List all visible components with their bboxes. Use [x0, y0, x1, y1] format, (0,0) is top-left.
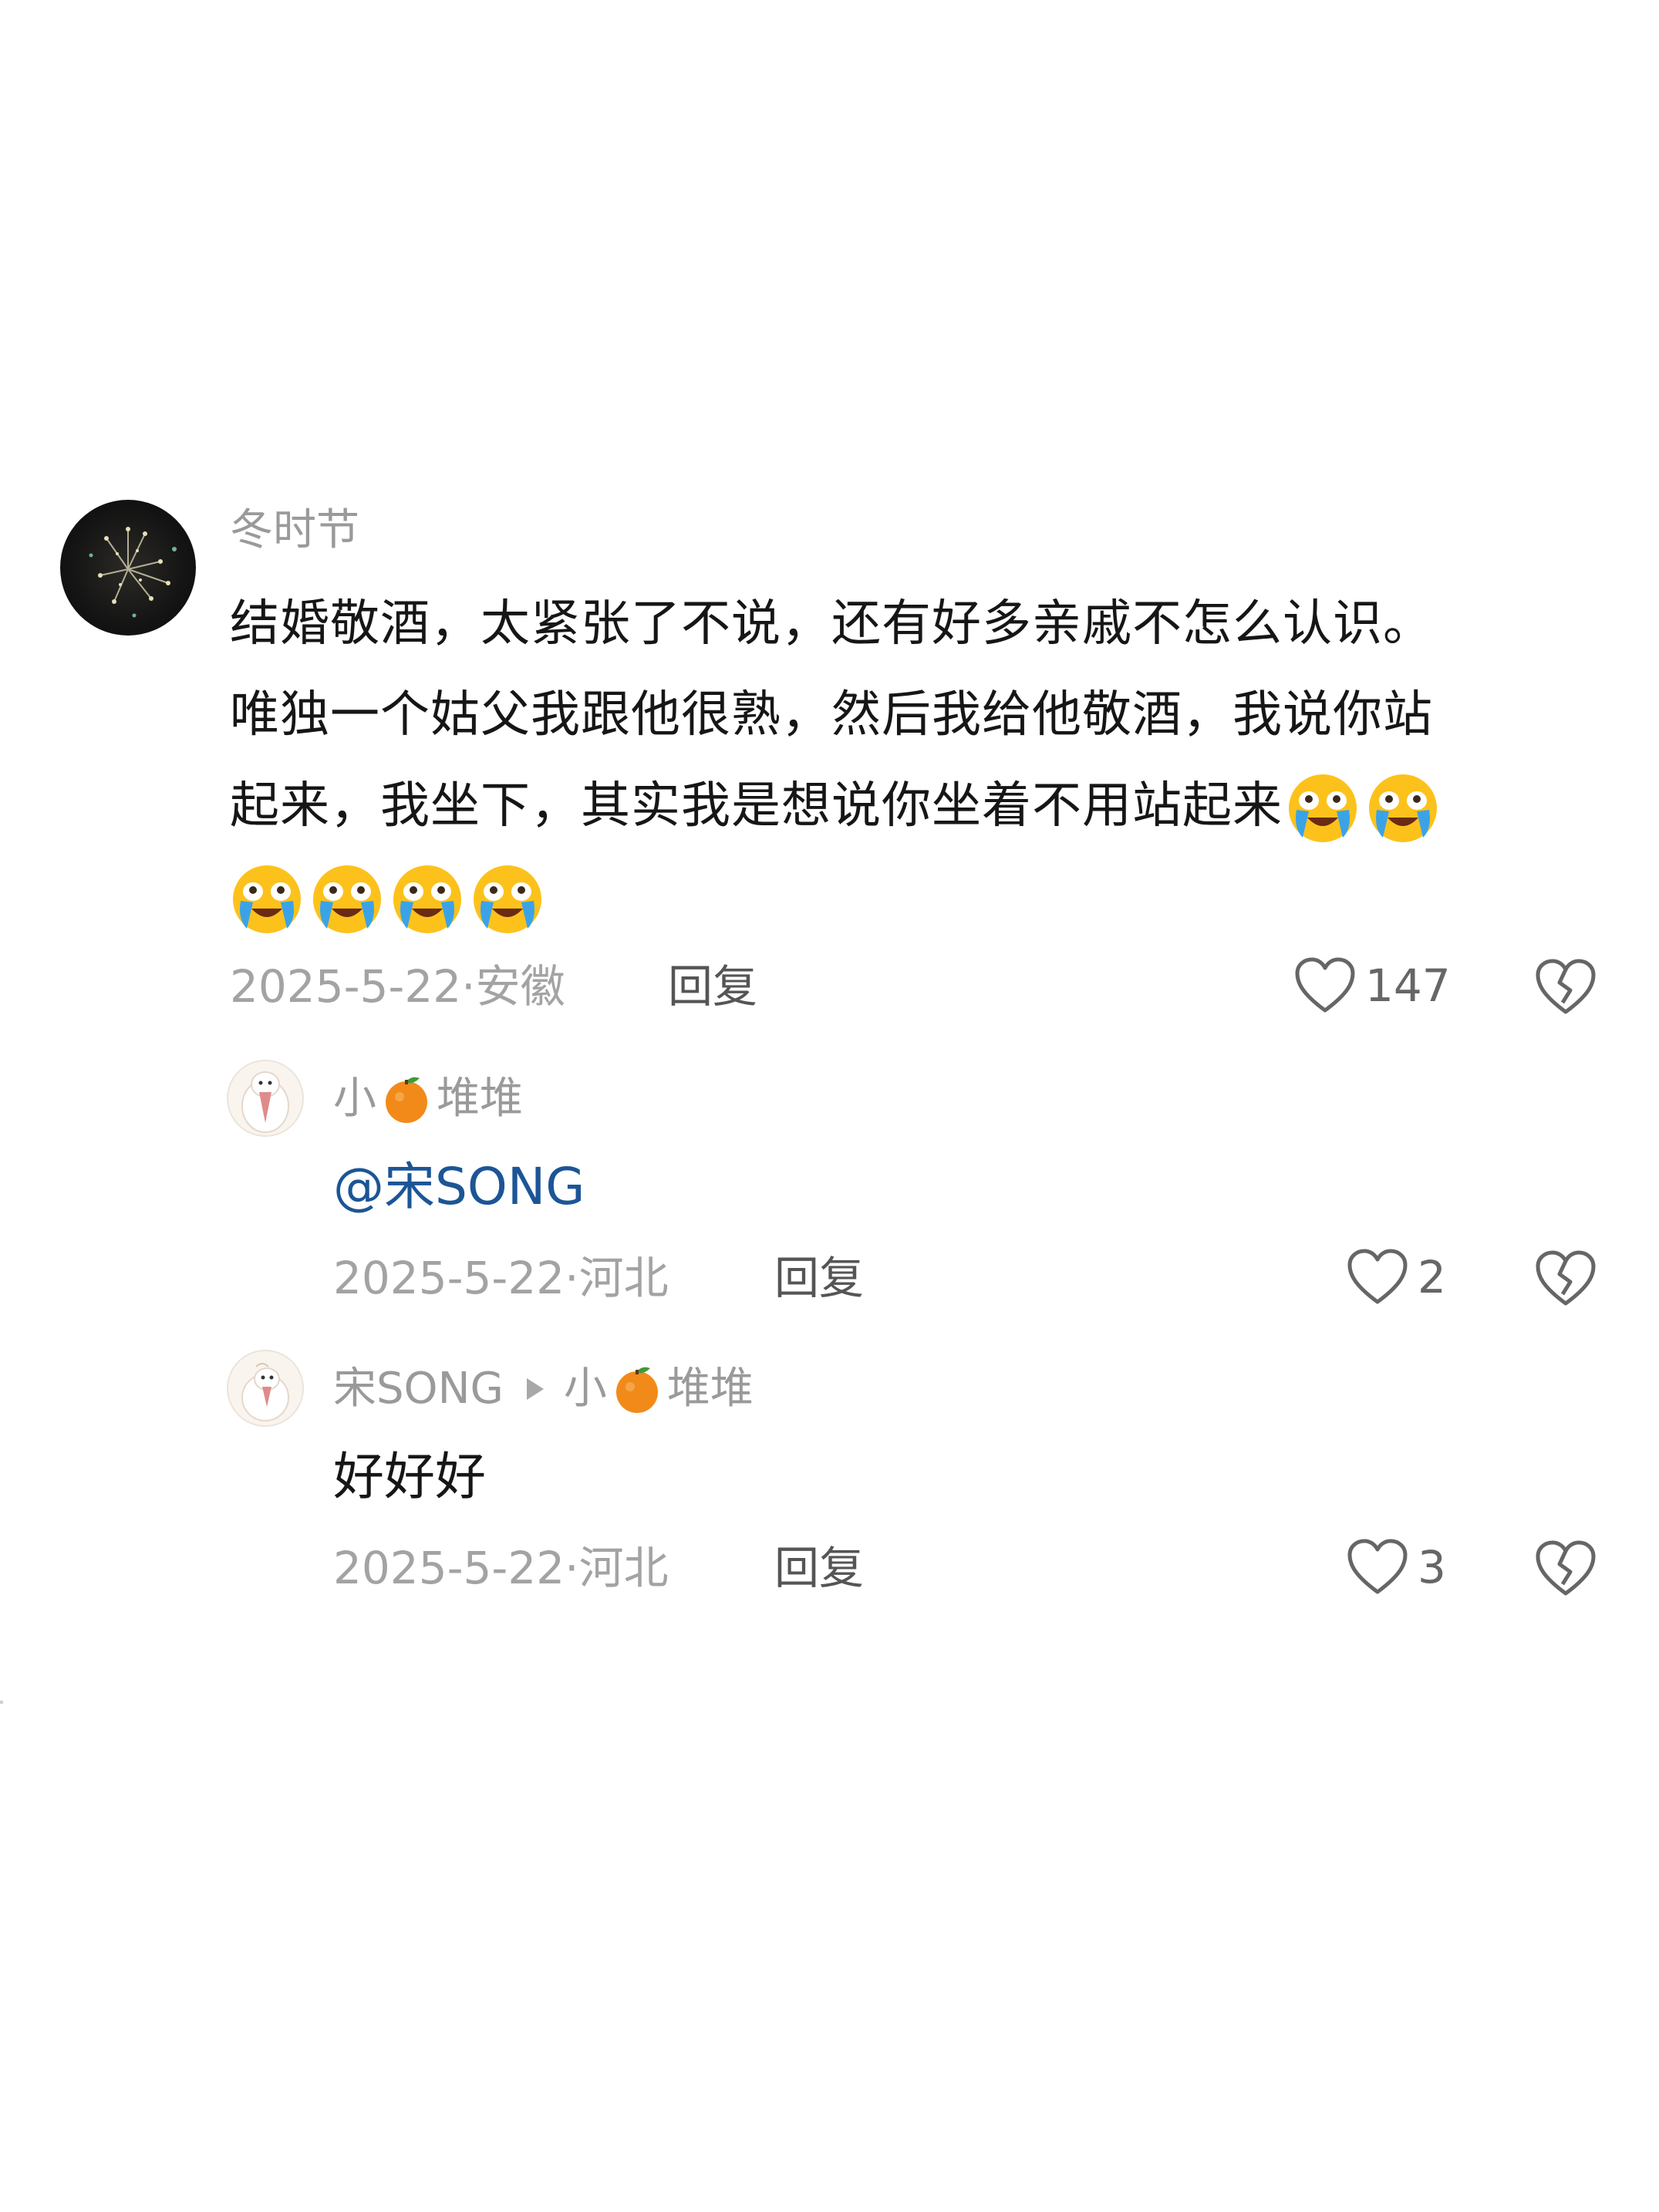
heart-outline-icon: [1347, 1248, 1408, 1307]
broken-heart-icon: [1535, 1249, 1597, 1308]
avatar[interactable]: [60, 500, 196, 636]
avatar[interactable]: [227, 1350, 304, 1427]
bird-avatar-image: [241, 1071, 289, 1133]
reply-date: 2025-5-22: [333, 1252, 565, 1304]
reply-location: 河北: [578, 1542, 669, 1594]
tangerine-icon: [612, 1364, 663, 1415]
mention-link[interactable]: @宋SONG: [333, 1162, 585, 1212]
meta-separator: ·: [565, 1542, 579, 1594]
reply-username[interactable]: 宋SONG: [333, 1367, 504, 1411]
comment-meta: 2025-5-22·安徽: [230, 964, 565, 1009]
dislike-button[interactable]: [1535, 1539, 1597, 1598]
comment-username[interactable]: 冬时节: [230, 509, 359, 552]
reply-button[interactable]: 回复: [774, 1546, 864, 1590]
username-part: 小: [333, 1074, 376, 1124]
edge-marker: [0, 1701, 3, 1704]
username-part: 堆堆: [666, 1364, 754, 1414]
comment-line: 起来，我坐下，其实我是想说你坐着不用站起来: [230, 760, 1618, 851]
loudly-crying-face-icon: [1286, 771, 1360, 845]
username-part: 小: [563, 1364, 607, 1414]
reply-text: 好好好: [333, 1447, 486, 1506]
meta-separator: ·: [565, 1252, 579, 1304]
comment-line: 唯独一个姑父我跟他很熟，然后我给他敬酒，我说你站: [230, 686, 1433, 744]
bird-avatar-image: [241, 1363, 289, 1421]
username-part: 堆堆: [437, 1074, 523, 1124]
reply-button[interactable]: 回复: [774, 1256, 864, 1300]
loudly-crying-face-icon: [390, 862, 464, 936]
like-button[interactable]: 2: [1347, 1248, 1446, 1307]
tangerine-icon: [381, 1074, 432, 1125]
reply-username-row: 宋SONG 小 堆堆: [333, 1364, 754, 1415]
reply-date: 2025-5-22: [333, 1542, 565, 1594]
comment-location: 安徽: [475, 960, 565, 1013]
reply-target-username[interactable]: 小 堆堆: [564, 1364, 754, 1415]
broken-heart-icon: [1535, 958, 1597, 1017]
heart-outline-icon: [1294, 956, 1356, 1015]
like-count: 3: [1418, 1541, 1446, 1593]
loudly-crying-face-icon: [470, 862, 545, 936]
comment-line-text: 起来，我坐下，其实我是想说你坐着不用站起来: [230, 777, 1283, 835]
like-button[interactable]: 3: [1347, 1538, 1446, 1597]
like-button[interactable]: 147: [1294, 956, 1451, 1015]
loudly-crying-face-icon: [310, 862, 384, 936]
dislike-button[interactable]: [1535, 958, 1597, 1017]
reply-button[interactable]: 回复: [668, 964, 757, 1009]
meta-separator: ·: [461, 960, 476, 1013]
comment-date: 2025-5-22: [230, 960, 462, 1013]
broken-heart-icon: [1535, 1539, 1597, 1598]
reply-meta: 2025-5-22·河北: [333, 1256, 669, 1300]
reply-arrow-icon: [526, 1378, 544, 1400]
like-count: 147: [1365, 959, 1451, 1012]
reply-username[interactable]: 小 堆堆: [333, 1074, 523, 1125]
comment-line: [230, 851, 1618, 942]
loudly-crying-face-icon: [230, 862, 304, 936]
fireworks-avatar-image: [89, 527, 177, 618]
reply-location: 河北: [578, 1252, 669, 1304]
dislike-button[interactable]: [1535, 1249, 1597, 1308]
loudly-crying-face-icon: [1366, 771, 1440, 845]
like-count: 2: [1418, 1251, 1446, 1303]
comment-line: 结婚敬酒，太紧张了不说，还有好多亲戚不怎么认识。: [230, 595, 1433, 652]
reply-meta: 2025-5-22·河北: [333, 1546, 669, 1590]
comment-body: 结婚敬酒，太紧张了不说，还有好多亲戚不怎么认识。 唯独一个姑父我跟他很熟，然后我…: [230, 578, 1618, 942]
avatar[interactable]: [227, 1060, 304, 1137]
heart-outline-icon: [1347, 1538, 1408, 1597]
